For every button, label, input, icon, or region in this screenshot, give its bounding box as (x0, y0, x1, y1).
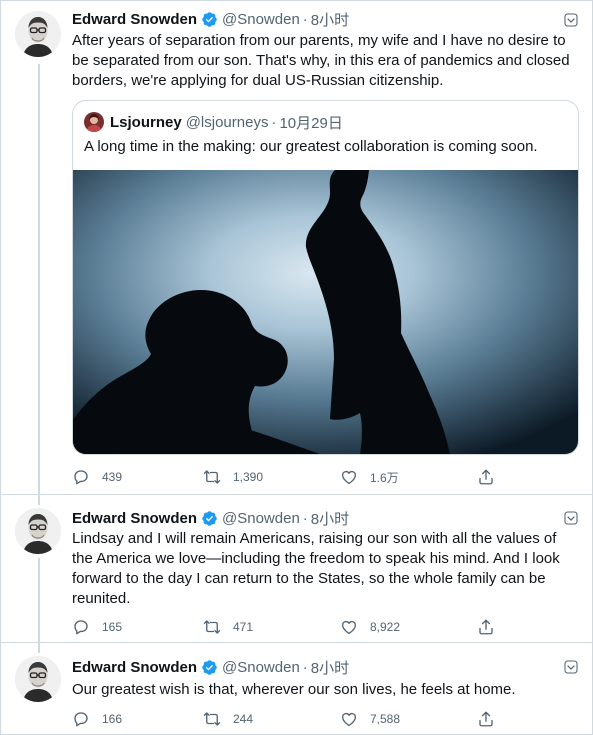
author-handle[interactable]: @Snowden (222, 510, 300, 527)
quoted-timestamp: 10月29日 (279, 114, 343, 132)
verified-badge-icon (201, 11, 218, 28)
like-count: 8,922 (370, 620, 401, 634)
thread-connector-line (38, 495, 40, 505)
quoted-author-handle: @lsjourneys (185, 113, 269, 131)
share-icon (477, 618, 495, 636)
author-name[interactable]: Edward Snowden (72, 11, 197, 28)
quoted-author-name: Lsjourney (110, 113, 182, 131)
separator: · (302, 10, 308, 28)
tweet-text: After years of separation from our paren… (72, 32, 570, 89)
retweet-icon (203, 618, 221, 636)
share-button[interactable] (477, 467, 495, 487)
avatar[interactable] (15, 11, 61, 57)
retweet-count: 244 (233, 712, 254, 726)
reply-count: 439 (102, 470, 123, 484)
reply-button[interactable]: 439 (72, 467, 122, 487)
author-name[interactable]: Edward Snowden (72, 510, 197, 527)
author-name[interactable]: Edward Snowden (72, 659, 197, 676)
thread-connector-line (38, 558, 40, 643)
thread-connector-line (38, 643, 40, 653)
quoted-tweet[interactable]: Lsjourney @lsjourneys · 10月29日 A long ti… (72, 100, 579, 455)
tweet-header: Edward Snowden @Snowden · 8小时 (72, 9, 349, 29)
tweet-actions: 165 471 8,922 (72, 617, 502, 637)
reply-button[interactable]: 165 (72, 617, 122, 637)
timestamp[interactable]: 8小时 (311, 9, 349, 30)
reply-icon (72, 468, 90, 486)
retweet-count: 1,390 (233, 470, 264, 484)
more-options-icon[interactable] (562, 509, 580, 527)
more-options-icon[interactable] (562, 658, 580, 676)
separator: · (271, 113, 277, 131)
tweet-text: Lindsay and I will remain Americans, rai… (72, 530, 560, 607)
reply-count: 166 (102, 712, 123, 726)
timestamp[interactable]: 8小时 (311, 657, 349, 678)
retweet-count: 471 (233, 620, 254, 634)
reply-count: 165 (102, 620, 123, 634)
avatar[interactable] (15, 656, 61, 702)
retweet-button[interactable]: 1,390 (203, 467, 263, 487)
retweet-icon (203, 468, 221, 486)
timestamp[interactable]: 8小时 (311, 508, 349, 529)
quoted-avatar (84, 112, 104, 132)
tweet-actions: 166 244 7,588 (72, 709, 502, 729)
tweet-text: Our greatest wish is that, wherever our … (72, 681, 516, 698)
reply-icon (72, 710, 90, 728)
tweet-actions: 439 1,390 1.6万 (72, 467, 502, 487)
like-count: 7,588 (370, 712, 401, 726)
separator: · (302, 658, 308, 676)
tweet-2[interactable]: Edward Snowden @Snowden · 8小时 Lindsay an… (1, 495, 592, 643)
tweet-thread: Edward Snowden @Snowden · 8小时 After year… (0, 0, 593, 735)
avatar[interactable] (15, 508, 61, 554)
like-count: 1.6万 (370, 470, 399, 485)
verified-badge-icon (201, 510, 218, 527)
like-button[interactable]: 7,588 (340, 709, 400, 729)
tweet-header: Edward Snowden @Snowden · 8小时 (72, 657, 349, 677)
retweet-button[interactable]: 244 (203, 709, 253, 729)
share-icon (477, 468, 495, 486)
tweet-1[interactable]: Edward Snowden @Snowden · 8小时 After year… (1, 1, 592, 495)
retweet-button[interactable]: 471 (203, 617, 253, 637)
heart-icon (340, 468, 358, 486)
like-button[interactable]: 8,922 (340, 617, 400, 637)
share-button[interactable] (477, 617, 495, 637)
quoted-text: A long time in the making: our greatest … (84, 138, 538, 155)
quoted-header: Lsjourney @lsjourneys · 10月29日 (110, 112, 343, 132)
reply-button[interactable]: 166 (72, 709, 122, 729)
more-options-icon[interactable] (562, 11, 580, 29)
tweet-header: Edward Snowden @Snowden · 8小时 (72, 508, 349, 528)
author-handle[interactable]: @Snowden (222, 659, 300, 676)
reply-icon (72, 618, 90, 636)
heart-icon (340, 618, 358, 636)
author-handle[interactable]: @Snowden (222, 11, 300, 28)
thread-connector-line (38, 64, 40, 495)
tweet-3[interactable]: Edward Snowden @Snowden · 8小时 Our greate… (1, 643, 592, 734)
like-button[interactable]: 1.6万 (340, 467, 399, 487)
share-button[interactable] (477, 709, 495, 729)
verified-badge-icon (201, 659, 218, 676)
heart-icon (340, 710, 358, 728)
retweet-icon (203, 710, 221, 728)
separator: · (302, 509, 308, 527)
quoted-photo[interactable] (73, 170, 578, 454)
share-icon (477, 710, 495, 728)
